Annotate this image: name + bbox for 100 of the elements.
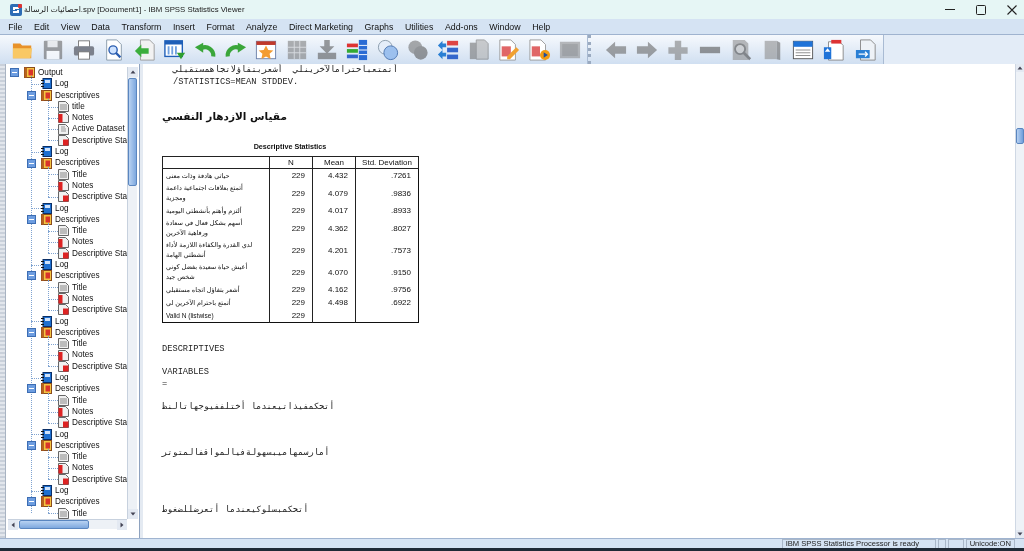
outline-item[interactable]: Descriptives <box>55 213 100 226</box>
outline-item[interactable]: Descriptive Sta <box>72 191 127 203</box>
maximize-icon[interactable] <box>976 4 986 15</box>
collapse-icon[interactable] <box>26 158 36 168</box>
document-arrow-icon[interactable] <box>133 38 156 61</box>
outline-item[interactable]: Title <box>72 225 88 237</box>
outline-item[interactable]: Title <box>72 394 88 406</box>
outline-item[interactable]: Title <box>72 168 88 180</box>
outline-item[interactable]: Descriptive Sta <box>72 304 127 316</box>
swap-arrows-icon[interactable] <box>437 38 460 61</box>
outline-item[interactable]: Log <box>55 485 69 497</box>
outline-item[interactable]: Descriptive Sta <box>72 473 127 485</box>
list-grid-icon[interactable] <box>346 38 369 61</box>
outline-item[interactable]: Descriptives <box>55 326 100 339</box>
vertical-scrollbar[interactable] <box>1015 64 1024 538</box>
table-cell: 4.498 <box>312 296 356 309</box>
up-arrow-icon[interactable] <box>128 67 138 77</box>
outline-item[interactable]: Output <box>38 67 63 79</box>
document-pencil-icon[interactable] <box>498 38 521 61</box>
menu-item[interactable]: Utilities <box>399 19 440 34</box>
document-play-icon[interactable] <box>528 38 551 61</box>
menu-item[interactable]: Add-ons <box>439 19 484 34</box>
outline-item[interactable]: Notes <box>72 462 94 474</box>
outline-item[interactable]: Notes <box>72 405 94 418</box>
menu-item[interactable]: Window <box>483 19 527 34</box>
outline-item[interactable]: title <box>72 100 85 113</box>
outline-item[interactable]: Active Dataset <box>72 123 125 135</box>
outline-item[interactable]: Descriptives <box>55 496 100 508</box>
outline-item[interactable]: Title <box>72 281 88 293</box>
outline-item[interactable]: Title <box>72 451 88 463</box>
menu-item[interactable]: Format <box>200 19 241 34</box>
outline-item[interactable]: Descriptives <box>55 439 100 452</box>
outline-item[interactable]: Log <box>55 372 69 384</box>
scroll-thumb[interactable] <box>19 520 89 529</box>
outline-item[interactable]: Descriptive Sta <box>72 134 127 147</box>
menu-item[interactable]: Insert <box>167 19 201 34</box>
document-swap-icon[interactable] <box>854 38 877 61</box>
menu-item[interactable]: Data <box>85 19 116 34</box>
outline-item[interactable]: Log <box>55 202 69 214</box>
menu-item[interactable]: View <box>55 19 86 34</box>
page-icon <box>58 191 69 203</box>
collapse-icon[interactable] <box>26 384 36 394</box>
notebook-icon <box>41 259 52 271</box>
menu-item[interactable]: Help <box>526 19 557 34</box>
collapse-icon[interactable] <box>26 90 36 100</box>
outline-item[interactable]: Descriptives <box>55 383 100 395</box>
outline-item[interactable]: Log <box>55 78 69 90</box>
down-arrow-icon[interactable] <box>128 509 138 519</box>
dock-handle[interactable] <box>0 64 6 538</box>
vertical-scrollbar[interactable] <box>127 67 137 519</box>
scroll-thumb[interactable] <box>1016 128 1024 144</box>
circles-icon[interactable] <box>376 38 399 61</box>
menu-item[interactable]: File <box>2 19 29 34</box>
page-icon <box>58 360 69 372</box>
outline-item[interactable]: Notes <box>72 179 94 192</box>
table-cell: 229 <box>269 261 313 283</box>
menu-item[interactable]: Graphs <box>358 19 400 34</box>
table-cell: 4.017 <box>312 204 356 217</box>
outline-item[interactable]: Descriptive Sta <box>72 417 127 429</box>
outline-item[interactable]: Notes <box>72 112 94 124</box>
horizontal-scrollbar[interactable] <box>8 519 127 529</box>
outline-item[interactable]: Log <box>55 259 69 271</box>
printer-icon[interactable] <box>72 38 95 61</box>
table-arrow-icon[interactable] <box>163 38 186 61</box>
left-arrow-icon[interactable] <box>8 519 18 530</box>
collapse-icon[interactable] <box>26 271 36 281</box>
outline-item[interactable]: Descriptive Sta <box>72 247 127 260</box>
outline-item[interactable]: Log <box>55 315 69 327</box>
right-arrow-icon[interactable] <box>117 519 127 530</box>
star-window-icon[interactable] <box>255 38 278 61</box>
collapse-icon[interactable] <box>9 68 19 78</box>
app-icon <box>10 3 22 16</box>
collapse-icon[interactable] <box>26 215 36 224</box>
menu-item[interactable]: Edit <box>28 19 56 34</box>
notebook-icon <box>41 146 52 158</box>
menu-item[interactable]: Transform <box>115 19 168 34</box>
outline-item[interactable]: Descriptives <box>55 157 100 169</box>
outline-item[interactable]: Notes <box>72 349 94 361</box>
table-cell: .7261 <box>355 168 419 182</box>
outline-item[interactable]: Descriptives <box>55 270 100 282</box>
outline-item[interactable]: Notes <box>72 236 94 248</box>
scroll-thumb[interactable] <box>128 78 137 186</box>
up-arrow-icon[interactable] <box>1016 64 1024 72</box>
collapse-icon[interactable] <box>26 497 36 507</box>
window-icon[interactable] <box>792 38 815 61</box>
outline-item[interactable]: Title <box>72 338 88 350</box>
outline-item[interactable]: Descriptive Sta <box>72 360 127 372</box>
menu-item[interactable]: Direct Marketing <box>283 19 359 34</box>
outline-item[interactable]: Notes <box>72 292 94 305</box>
collapse-icon[interactable] <box>26 440 36 450</box>
down-arrow-icon[interactable] <box>1016 530 1024 538</box>
close-icon[interactable] <box>1007 4 1017 15</box>
document-upload-icon[interactable] <box>823 38 846 61</box>
collapse-icon[interactable] <box>26 327 36 337</box>
notebook-icon <box>41 485 52 497</box>
outline-item[interactable]: Title <box>72 507 88 519</box>
outline-item[interactable]: Descriptives <box>55 89 100 101</box>
outline-item[interactable]: Log <box>55 146 69 158</box>
menu-item[interactable]: Analyze <box>240 19 284 34</box>
outline-item[interactable]: Log <box>55 428 69 440</box>
